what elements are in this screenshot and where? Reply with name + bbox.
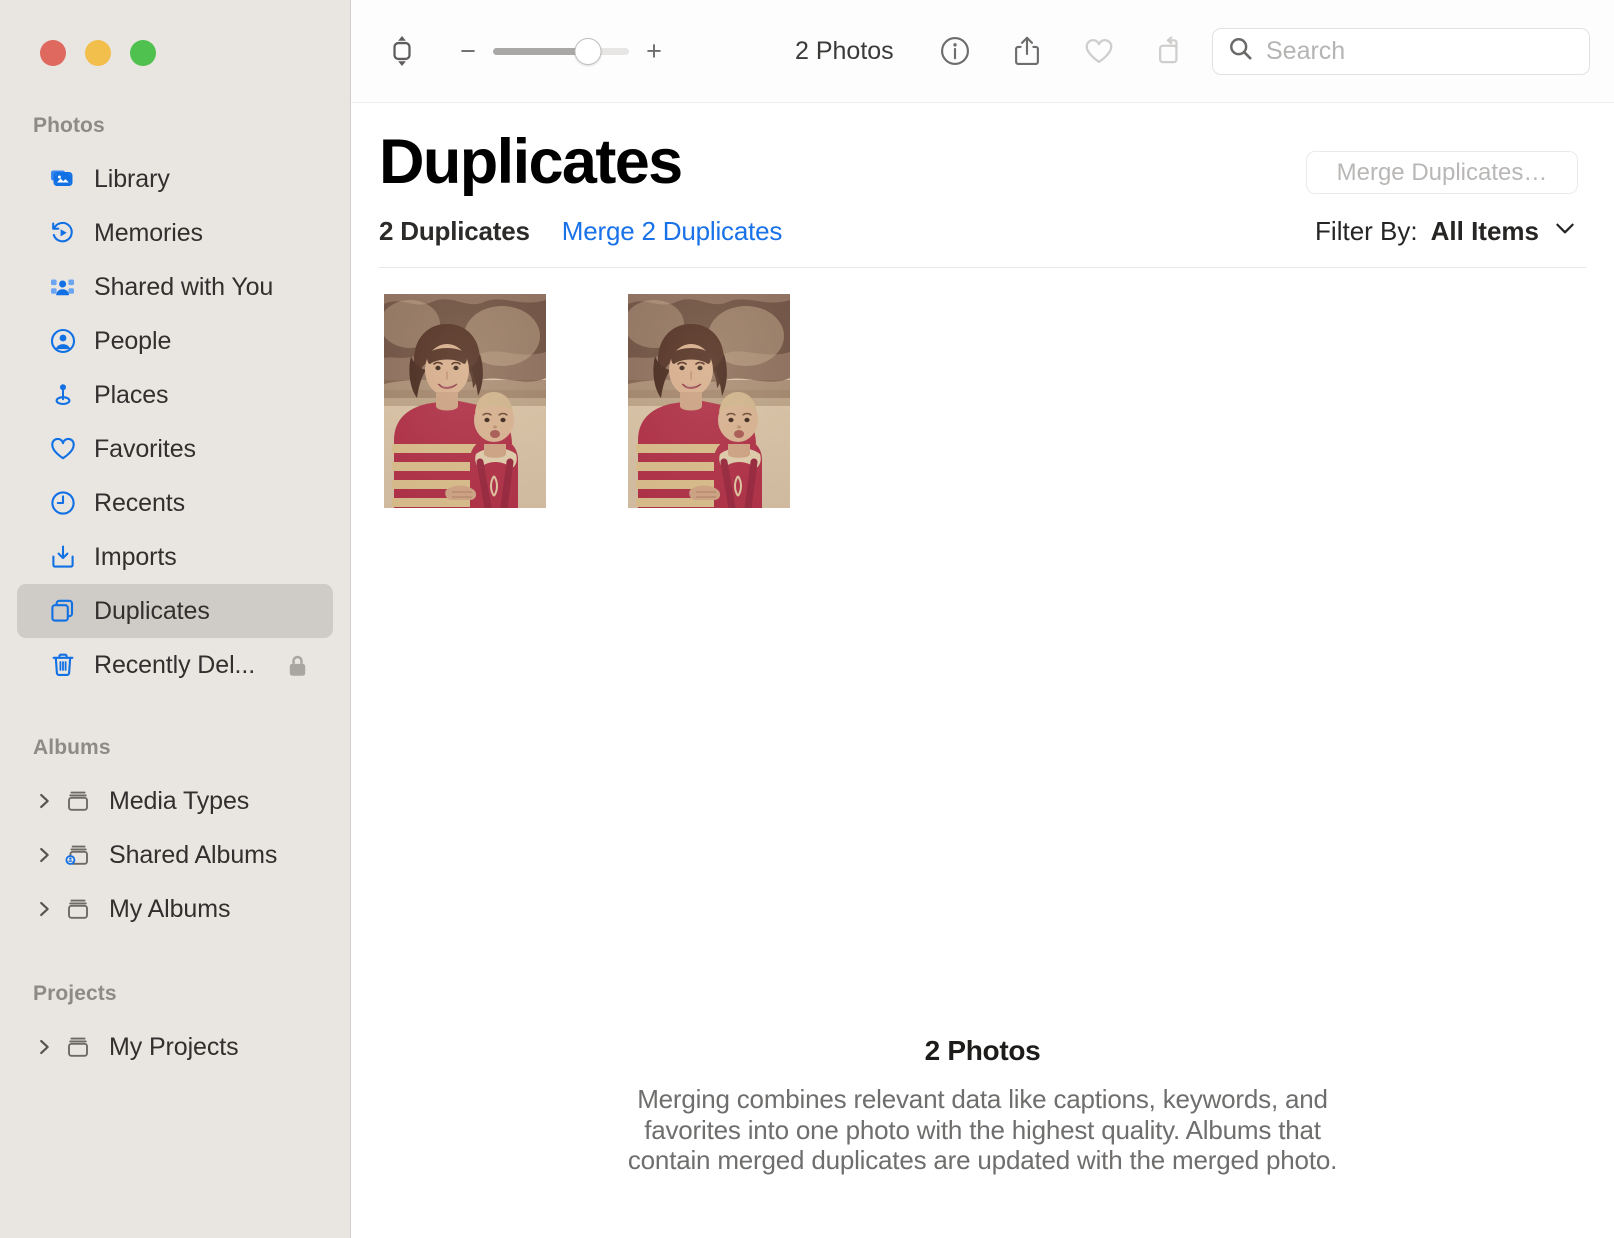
sidebar-item-label: Media Types <box>109 787 249 816</box>
chevron-right-icon[interactable] <box>27 840 61 870</box>
sidebar-item-label: Favorites <box>94 435 196 464</box>
info-icon[interactable] <box>932 28 978 74</box>
sidebar-item-memories[interactable]: Memories <box>17 206 333 260</box>
sidebar-item-label: My Projects <box>109 1033 238 1062</box>
duplicate-photo-1[interactable] <box>384 294 546 508</box>
sidebar-item-favorites[interactable]: Favorites <box>17 422 333 476</box>
sidebar-section-projects-label: Projects <box>0 982 350 1006</box>
zoom-slider[interactable] <box>493 36 629 66</box>
shared-with-you-icon <box>48 272 78 302</box>
zoom-control: − + <box>451 34 671 68</box>
sidebar-nav-photos: Library Memories <box>0 152 350 692</box>
sidebar: Photos Library <box>0 0 351 1238</box>
trash-icon <box>48 650 78 680</box>
chevron-right-icon[interactable] <box>27 894 61 924</box>
close-button[interactable] <box>40 40 66 66</box>
sidebar-item-recents[interactable]: Recents <box>17 476 333 530</box>
traffic-lights <box>0 0 350 72</box>
sidebar-item-imports[interactable]: Imports <box>17 530 333 584</box>
duplicates-grid <box>379 268 1586 508</box>
merge-info-title: 2 Photos <box>391 1035 1574 1067</box>
photos-app-window: Photos Library <box>0 0 1614 1238</box>
sidebar-section-photos-label: Photos <box>0 114 350 138</box>
sidebar-nav-albums: Media Types Shared <box>0 774 350 936</box>
album-icon <box>61 786 95 816</box>
places-icon <box>48 380 78 410</box>
search-icon <box>1227 35 1254 67</box>
sidebar-item-duplicates[interactable]: Duplicates <box>17 584 333 638</box>
sidebar-item-label: Duplicates <box>94 597 210 626</box>
slider-thumb[interactable] <box>575 38 602 65</box>
merge-duplicates-link[interactable]: Merge 2 Duplicates <box>562 216 782 247</box>
toolbar-actions <box>932 28 1194 74</box>
chevron-down-icon[interactable] <box>1552 215 1578 248</box>
shared-album-icon <box>61 840 95 870</box>
sidebar-item-recently-deleted[interactable]: Recently Del... <box>17 638 333 692</box>
sidebar-item-label: My Albums <box>109 895 230 924</box>
album-icon <box>61 894 95 924</box>
sidebar-item-label: Library <box>94 165 170 194</box>
library-icon <box>48 164 78 194</box>
sidebar-item-label: Memories <box>94 219 203 248</box>
sidebar-item-my-albums[interactable]: My Albums <box>17 882 333 936</box>
sidebar-item-label: Shared Albums <box>109 841 277 870</box>
sidebar-item-places[interactable]: Places <box>17 368 333 422</box>
content-area: Duplicates Merge Duplicates… 2 Duplicate… <box>351 103 1614 1238</box>
photo-count-label: 2 Photos <box>795 37 894 66</box>
people-icon <box>48 326 78 356</box>
sidebar-item-media-types[interactable]: Media Types <box>17 774 333 828</box>
sidebar-item-label: Imports <box>94 543 177 572</box>
duplicates-icon <box>48 596 78 626</box>
clock-icon <box>48 488 78 518</box>
zoom-in-button[interactable]: + <box>637 34 671 68</box>
zoom-out-button[interactable]: − <box>451 34 485 68</box>
sidebar-item-library[interactable]: Library <box>17 152 333 206</box>
memories-icon <box>48 218 78 248</box>
sidebar-item-shared-albums[interactable]: Shared Albums <box>17 828 333 882</box>
duplicates-count-label: 2 Duplicates <box>379 216 530 247</box>
sidebar-item-label: Shared with You <box>94 273 273 302</box>
merge-duplicates-button[interactable]: Merge Duplicates… <box>1306 151 1578 194</box>
sidebar-item-people[interactable]: People <box>17 314 333 368</box>
search-input[interactable]: Search <box>1212 28 1590 75</box>
import-icon <box>48 542 78 572</box>
page-header: Duplicates Merge Duplicates… <box>379 103 1586 195</box>
sidebar-item-label: Places <box>94 381 168 410</box>
filter-by-value: All Items <box>1431 216 1539 247</box>
merge-info-panel: 2 Photos Merging combines relevant data … <box>351 1035 1614 1176</box>
filter-by-label: Filter By: <box>1315 216 1418 247</box>
search-placeholder: Search <box>1266 37 1345 66</box>
rotate-icon[interactable] <box>1148 28 1194 74</box>
chevron-right-icon[interactable] <box>27 1032 61 1062</box>
main-area: − + 2 Photos <box>351 0 1614 1238</box>
sidebar-section-albums-label: Albums <box>0 736 350 760</box>
lock-icon <box>285 653 310 678</box>
toolbar: − + 2 Photos <box>351 0 1614 103</box>
subheader-row: 2 Duplicates Merge 2 Duplicates Filter B… <box>379 215 1586 268</box>
sidebar-item-shared-with-you[interactable]: Shared with You <box>17 260 333 314</box>
sidebar-item-my-projects[interactable]: My Projects <box>17 1020 333 1074</box>
maximize-button[interactable] <box>130 40 156 66</box>
duplicate-photo-2[interactable] <box>628 294 790 508</box>
merge-info-description: Merging combines relevant data like capt… <box>618 1084 1348 1176</box>
chevron-right-icon[interactable] <box>27 786 61 816</box>
sidebar-item-label: People <box>94 327 171 356</box>
sidebar-nav-projects: My Projects <box>0 1020 350 1074</box>
subheader-left: 2 Duplicates Merge 2 Duplicates <box>379 216 782 247</box>
heart-icon <box>48 434 78 464</box>
album-icon <box>61 1032 95 1062</box>
sidebar-item-label: Recents <box>94 489 185 518</box>
filter-by-control[interactable]: Filter By: All Items <box>1315 215 1578 248</box>
sidebar-item-label: Recently Del... <box>94 651 255 680</box>
view-options-icon[interactable] <box>379 28 425 74</box>
minimize-button[interactable] <box>85 40 111 66</box>
page-title: Duplicates <box>379 129 682 195</box>
share-icon[interactable] <box>1004 28 1050 74</box>
favorite-heart-icon[interactable] <box>1076 28 1122 74</box>
